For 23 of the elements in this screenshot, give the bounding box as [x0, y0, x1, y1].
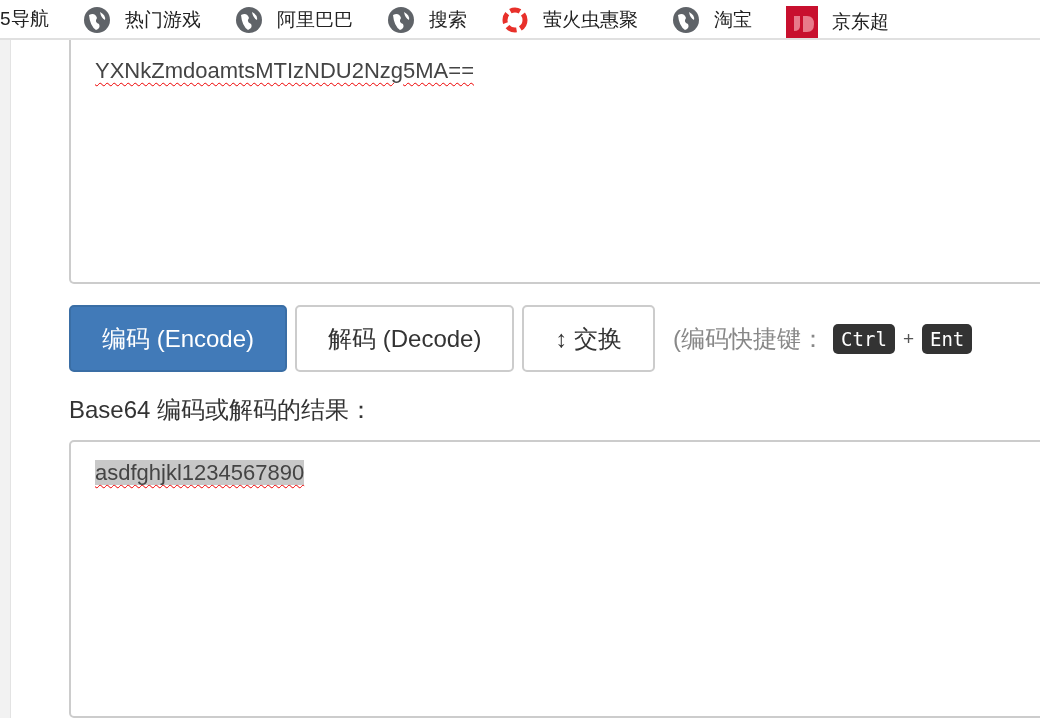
- action-button[interactable]: ↕ 交换: [522, 305, 656, 373]
- globe-icon: [82, 6, 111, 34]
- bookmark-link[interactable]: 萤火虫惠聚: [542, 7, 638, 33]
- globe-icon: [386, 6, 415, 34]
- action-button[interactable]: 编码 (Encode): [69, 305, 288, 373]
- bookmark-link[interactable]: 5导航: [0, 6, 49, 32]
- key-cap: Ctrl: [833, 323, 895, 354]
- ring-icon: [500, 6, 529, 34]
- bookmark-link[interactable]: 搜索: [428, 7, 467, 33]
- plus-sign: +: [902, 327, 914, 350]
- action-button[interactable]: 解码 (Decode): [295, 305, 515, 373]
- bookmark-link[interactable]: 阿里巴巴: [276, 7, 353, 33]
- globe-icon: [671, 6, 700, 34]
- bookmark-link[interactable]: 淘宝: [713, 7, 752, 33]
- shortcut-hint: (编码快捷键：: [673, 323, 826, 354]
- result-label: Base64 编码或解码的结果：: [69, 395, 375, 426]
- output-field[interactable]: asdfghjkl1234567890: [69, 440, 1040, 718]
- globe-icon: [234, 6, 263, 34]
- bookmark-link[interactable]: 热门游戏: [124, 7, 201, 33]
- shop-logo-icon: [785, 6, 818, 38]
- input-field[interactable]: YXNkZmdoamtsMTIzNDU2Nzg5MA==: [69, 40, 1040, 285]
- bookmark-link[interactable]: 京东超: [831, 9, 889, 35]
- key-cap: Ent: [922, 323, 973, 354]
